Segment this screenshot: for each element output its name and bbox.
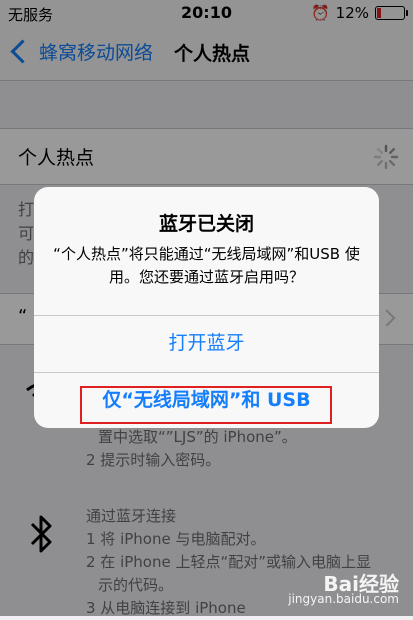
button-label: 打开蓝牙 — [168, 332, 245, 354]
wifi-usb-only-button[interactable]: 仅“无线局域网”和 USB — [34, 373, 379, 428]
bluetooth-off-alert: 蓝牙已关闭 “个人热点”将只能通过“无线局域网”和USB 使用。您还要通过蓝牙启… — [34, 187, 379, 428]
watermark: Bai经验 jingyan.baidu.com — [288, 568, 399, 608]
turn-on-bluetooth-button[interactable]: 打开蓝牙 — [34, 315, 379, 372]
highlight-box — [80, 386, 332, 424]
watermark-url: jingyan.baidu.com — [288, 592, 399, 606]
alert-message: “个人热点”将只能通过“无线局域网”和USB 使用。您还要通过蓝牙启用吗？ — [53, 245, 360, 286]
alert-title: 蓝牙已关闭 — [158, 213, 254, 235]
